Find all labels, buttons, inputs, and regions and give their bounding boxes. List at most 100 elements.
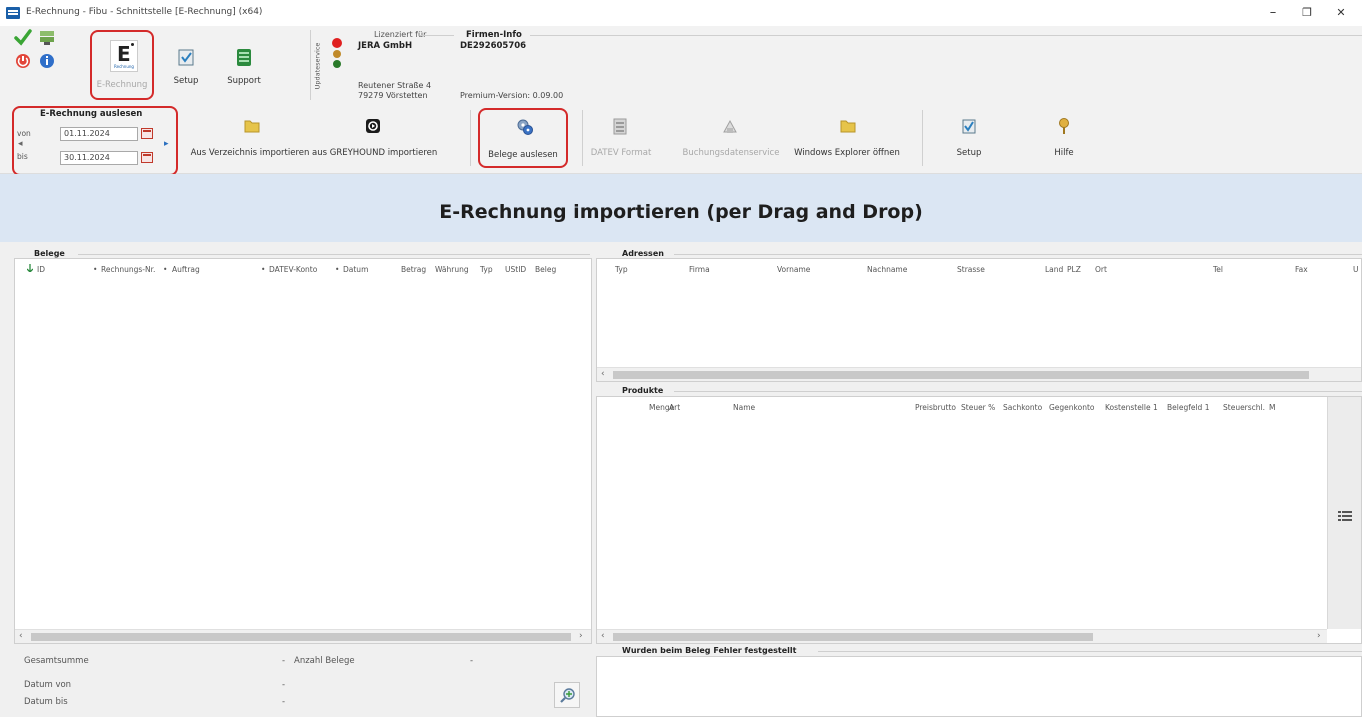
buchungsdatenservice-button[interactable]: Buchungsdatenservice (676, 118, 786, 168)
von-label: von (17, 129, 31, 138)
col-m[interactable]: M (1269, 403, 1275, 412)
setup-button[interactable]: Setup (944, 118, 994, 168)
lizenz-city: 79279 Vörstetten (358, 91, 428, 100)
datum-von-value: - (282, 680, 286, 690)
scroll-left-icon[interactable]: ‹ (601, 631, 605, 641)
checkmark-icon[interactable] (14, 28, 32, 46)
col-rechnungs-nr[interactable]: Rechnungs-Nr. (101, 265, 155, 274)
maximize-button[interactable]: ❐ (1292, 4, 1322, 22)
folder-icon (840, 118, 856, 136)
windows-explorer-button[interactable]: Windows Explorer öffnen (790, 118, 904, 168)
belege-hscrollbar[interactable]: ‹ › (15, 629, 591, 643)
fehler-textbox[interactable] (596, 656, 1362, 717)
setup-top-button[interactable]: Setup (168, 30, 204, 96)
import-greyhound-button[interactable]: aus GREYHOUND importieren (312, 118, 437, 168)
datev-format-button[interactable]: DATEV Format (590, 118, 652, 168)
von-date-input[interactable]: 01.11.2024 (60, 127, 138, 141)
col-betrag[interactable]: Betrag (401, 265, 426, 274)
belege-grid[interactable]: ID • Rechnungs-Nr. • Auftrag • DATEV-Kon… (14, 258, 592, 644)
window-title: E-Rechnung - Fibu - Schnittstelle [E-Rec… (26, 7, 263, 17)
magnifier-icon (559, 687, 577, 707)
col-ustid[interactable]: UStID (505, 265, 526, 274)
folder-icon (244, 118, 260, 136)
col-gegenkonto[interactable]: Gegenkonto (1049, 403, 1095, 412)
scroll-left-icon[interactable]: ‹ (601, 369, 605, 379)
anzahl-belege-value: - (470, 656, 474, 666)
close-button[interactable]: ✕ (1326, 4, 1356, 22)
greyhound-icon (365, 118, 381, 136)
datum-bis-label: Datum bis (24, 697, 68, 707)
gears-icon (516, 118, 534, 138)
calendar-icon[interactable] (141, 128, 153, 139)
col-kostenstelle[interactable]: Kostenstelle 1 (1105, 403, 1158, 412)
arrow-left-icon[interactable]: ◂ (18, 139, 23, 149)
premium-version: Premium-Version: 0.09.00 (460, 91, 564, 100)
import-directory-button[interactable]: Aus Verzeichnis importieren (190, 118, 310, 168)
col-id[interactable]: ID (37, 265, 45, 274)
anzahl-belege-label: Anzahl Belege (294, 656, 355, 666)
col-auftrag[interactable]: Auftrag (172, 265, 200, 274)
server-icon[interactable] (38, 28, 56, 46)
col-art[interactable]: Art (669, 403, 680, 412)
info-icon[interactable] (38, 52, 56, 70)
scroll-right-icon[interactable]: › (579, 631, 583, 641)
bis-date-input[interactable]: 30.11.2024 (60, 151, 138, 165)
col-steuer[interactable]: Steuer % (961, 403, 995, 412)
col-belegfeld[interactable]: Belegfeld 1 (1167, 403, 1209, 412)
cloud-icon (722, 118, 738, 138)
col-vorname[interactable]: Vorname (777, 265, 810, 274)
firmen-title: Firmen-Info (466, 30, 522, 40)
col-preisbrutto[interactable]: Preisbrutto (915, 403, 956, 412)
col-name[interactable]: Name (733, 403, 755, 412)
col-sachkonto[interactable]: Sachkonto (1003, 403, 1042, 412)
bis-label: bis (17, 152, 28, 161)
belege-auslesen-button[interactable]: Belege auslesen (478, 108, 568, 168)
col-waehrung[interactable]: Währung (435, 265, 469, 274)
ribbon-top: E Rechnung E-Rechnung Setup Support Upda… (0, 26, 1362, 104)
col-firma[interactable]: Firma (689, 265, 710, 274)
adressen-hscrollbar[interactable]: ‹ (597, 367, 1361, 381)
app-icon (6, 7, 20, 19)
col-land[interactable]: Land (1045, 265, 1063, 274)
col-beleg[interactable]: Beleg (535, 265, 591, 274)
drop-zone-banner[interactable]: E-Rechnung importieren (per Drag and Dro… (0, 174, 1362, 242)
col-datev-konto[interactable]: DATEV-Konto (269, 265, 317, 274)
support-button[interactable]: Support (222, 30, 266, 96)
calendar-icon[interactable] (141, 152, 153, 163)
produkte-hscrollbar[interactable]: ‹ › (597, 629, 1327, 643)
col-typ[interactable]: Typ (480, 265, 493, 274)
column-chooser-icon[interactable] (1337, 509, 1353, 527)
scroll-left-icon[interactable]: ‹ (19, 631, 23, 641)
col-strasse[interactable]: Strasse (957, 265, 985, 274)
hilfe-button[interactable]: Hilfe (1044, 118, 1084, 168)
col-steuerschl[interactable]: Steuerschl. (1223, 403, 1265, 412)
col-datum[interactable]: Datum (343, 265, 368, 274)
power-icon[interactable] (14, 52, 32, 70)
col-nachname[interactable]: Nachname (867, 265, 907, 274)
fehler-title: Wurden beim Beleg Fehler festgestellt (622, 646, 797, 655)
col-typ[interactable]: Typ (615, 265, 628, 274)
zoom-button[interactable] (554, 682, 580, 708)
ribbon-bottom: E-Rechnung auslesen von bis ◂ 01.11.2024… (0, 104, 1362, 176)
title-bar: E-Rechnung - Fibu - Schnittstelle [E-Rec… (0, 0, 1362, 26)
column-chooser-panel[interactable] (1327, 397, 1361, 629)
minimize-button[interactable]: – (1258, 4, 1288, 22)
adressen-title: Adressen (622, 249, 664, 258)
col-plz[interactable]: PLZ (1067, 265, 1081, 274)
produkte-grid[interactable]: Menge Art Name Preisbrutto Steuer % Sach… (596, 396, 1362, 644)
col-ort[interactable]: Ort (1095, 265, 1107, 274)
status-light-red (332, 38, 342, 48)
datum-bis-value: - (282, 697, 286, 707)
col-fax[interactable]: Fax (1295, 265, 1308, 274)
arrow-right-icon[interactable]: ▸ (164, 139, 169, 149)
setup-top-label: Setup (173, 76, 199, 86)
adressen-grid[interactable]: Typ Firma Vorname Nachname Strasse Land … (596, 258, 1362, 382)
erechnung-button[interactable]: E Rechnung E-Rechnung (90, 30, 154, 100)
erechnung-auslesen-group: E-Rechnung auslesen von bis ◂ 01.11.2024… (12, 106, 178, 176)
col-u[interactable]: U (1353, 265, 1359, 274)
sort-icon[interactable] (26, 264, 34, 273)
updateservice-label: Updateservice (313, 42, 322, 90)
col-tel[interactable]: Tel (1213, 265, 1223, 274)
lizenz-company: JERA GmbH (358, 41, 413, 51)
scroll-right-icon[interactable]: › (1317, 631, 1321, 641)
